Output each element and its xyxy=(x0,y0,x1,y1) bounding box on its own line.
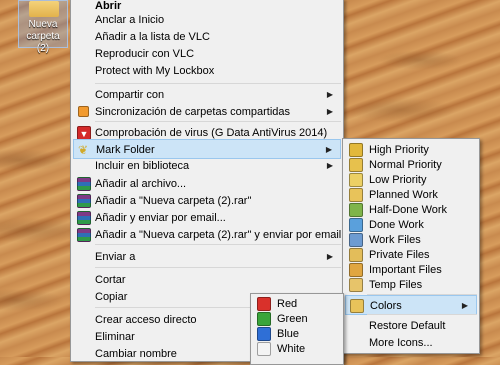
sync-icon xyxy=(78,106,89,117)
delete-label: Eliminar xyxy=(95,331,135,343)
more-icons-label: More Icons... xyxy=(369,337,433,349)
restore-default-label: Restore Default xyxy=(369,320,445,332)
submenu-arrow-icon: ▶ xyxy=(462,296,468,316)
winrar-icon xyxy=(77,211,91,225)
library-label: Incluir en biblioteca xyxy=(95,160,189,172)
winrar-icon xyxy=(77,228,91,242)
menu-separator xyxy=(95,267,341,268)
temp-files-label: Temp Files xyxy=(369,279,422,291)
menu-item-lockbox[interactable]: Protect with My Lockbox xyxy=(73,61,341,81)
winrar-icon xyxy=(77,194,91,208)
create-shortcut-label: Crear acceso directo xyxy=(95,314,197,326)
submenu-arrow-icon: ▶ xyxy=(327,102,333,122)
mark-folder-icon: ❦ xyxy=(78,143,92,157)
add-archive-label: Añadir al archivo... xyxy=(95,178,186,190)
submenu-item-temp-files[interactable]: Temp Files xyxy=(345,275,477,295)
add-rar-label: Añadir a "Nueva carpeta (2).rar" xyxy=(95,195,251,207)
folder-icon xyxy=(29,1,59,17)
vlc-play-label: Reproducir con VLC xyxy=(95,48,194,60)
cut-label: Cortar xyxy=(95,274,126,286)
mark-folder-submenu: High Priority Normal Priority Low Priori… xyxy=(342,138,480,354)
folder-temp-files-icon xyxy=(349,278,363,292)
vlc-add-label: Añadir a la lista de VLC xyxy=(95,31,210,43)
menu-separator xyxy=(367,314,477,315)
colors-submenu: Red Green Blue White xyxy=(250,293,344,365)
share-label: Compartir con xyxy=(95,89,164,101)
colors-label: Colors xyxy=(370,300,402,312)
rename-label: Cambiar nombre xyxy=(95,348,177,360)
add-email-label: Añadir y enviar por email... xyxy=(95,212,226,224)
white-swatch-icon xyxy=(257,342,271,356)
desktop-icon-label: Nueva carpeta (2) xyxy=(19,19,67,55)
folder-colors-icon xyxy=(350,299,364,313)
white-label: White xyxy=(277,343,305,355)
menu-item-library[interactable]: Incluir en biblioteca ▶ xyxy=(73,156,341,176)
mark-folder-label: Mark Folder xyxy=(96,144,155,156)
virus-check-label: Comprobación de virus (G Data AntiVirus … xyxy=(95,127,327,139)
menu-item-sync[interactable]: Sincronización de carpetas compartidas ▶ xyxy=(73,102,341,122)
add-rar-email-label: Añadir a "Nueva carpeta (2).rar" y envia… xyxy=(95,229,341,241)
pin-start-label: Anclar a Inicio xyxy=(95,14,164,26)
menu-separator xyxy=(95,244,341,245)
submenu-item-more-icons[interactable]: More Icons... xyxy=(345,333,477,353)
menu-separator xyxy=(95,83,341,84)
send-to-label: Enviar a xyxy=(95,251,135,263)
shield-icon: ▼ xyxy=(77,126,91,140)
submenu-arrow-icon: ▶ xyxy=(327,156,333,176)
lockbox-label: Protect with My Lockbox xyxy=(95,65,214,77)
desktop-folder-icon[interactable]: Nueva carpeta (2) xyxy=(18,0,68,48)
submenu-item-colors[interactable]: Colors ▶ xyxy=(345,295,477,315)
color-item-white[interactable]: White xyxy=(253,339,341,359)
sync-label: Sincronización de carpetas compartidas xyxy=(95,106,290,118)
menu-separator xyxy=(95,121,341,122)
winrar-icon xyxy=(77,177,91,191)
menu-item-add-rar-email[interactable]: Añadir a "Nueva carpeta (2).rar" y envia… xyxy=(73,225,341,245)
submenu-arrow-icon: ▶ xyxy=(327,247,333,267)
menu-item-send-to[interactable]: Enviar a ▶ xyxy=(73,247,341,267)
copy-label: Copiar xyxy=(95,291,127,303)
